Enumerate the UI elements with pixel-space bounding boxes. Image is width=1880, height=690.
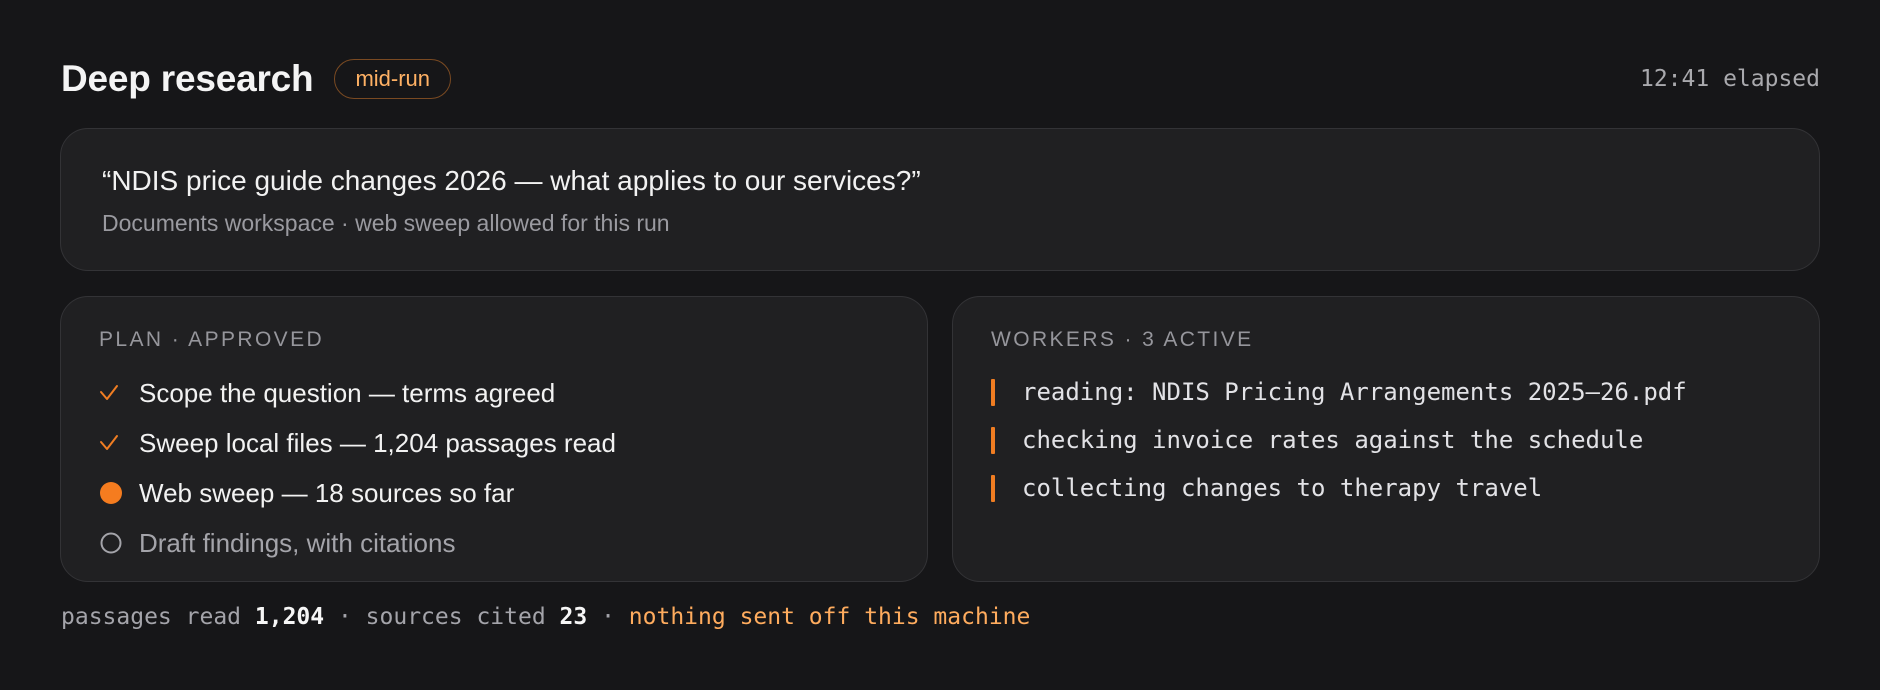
sources-count: 23 [559,604,588,630]
plan-item-draft: Draft findings, with citations [99,518,889,568]
check-icon [99,383,139,403]
plan-label: PLAN · APPROVED [99,328,325,351]
worker-text: collecting changes to therapy travel [1022,474,1543,502]
worker-item: collecting changes to therapy travel [991,464,1781,512]
check-icon [99,433,139,453]
plan-card: PLAN · APPROVED Scope the question — ter… [60,296,928,582]
elapsed-time: 12:41 elapsed [1639,66,1820,92]
deep-research-panel: Deep research mid-run 12:41 elapsed “NDI… [0,0,1880,690]
plan-item-web-sweep: Web sweep — 18 sources so far [99,468,889,518]
query-meta: Documents workspace · web sweep allowed … [102,209,670,236]
plan-item-label: Draft findings, with citations [139,527,456,558]
worker-text: reading: NDIS Pricing Arrangements 2025–… [1022,378,1687,406]
privacy-note: nothing sent off this machine [628,604,1031,630]
query-card: “NDIS price guide changes 2026 — what ap… [60,128,1820,271]
plan-list: Scope the question — terms agreed Sweep … [99,368,889,568]
status-footer: passages read 1,204 · sources cited 23 ·… [61,604,1820,630]
plan-item-scope: Scope the question — terms agreed [99,368,889,418]
worker-item: reading: NDIS Pricing Arrangements 2025–… [991,368,1781,416]
plan-item-label: Web sweep — 18 sources so far [139,477,515,508]
plan-item-label: Sweep local files — 1,204 passages read [139,427,616,458]
passages-count: 1,204 [254,604,325,630]
sources-label: sources cited [365,604,560,630]
workers-list: reading: NDIS Pricing Arrangements 2025–… [991,368,1781,512]
activity-bar-icon [991,426,995,454]
active-dot-icon [99,481,139,505]
plan-item-sweep-local: Sweep local files — 1,204 passages read [99,418,889,468]
activity-bar-icon [991,378,995,406]
workers-label: WORKERS · 3 ACTIVE [991,328,1254,351]
separator: · [587,604,629,630]
plan-item-label: Scope the question — terms agreed [139,377,556,408]
empty-circle-icon [99,531,139,555]
worker-text: checking invoice rates against the sched… [1022,426,1644,454]
worker-item: checking invoice rates against the sched… [991,416,1781,464]
page-title: Deep research [61,58,314,99]
activity-bar-icon [991,474,995,502]
header: Deep research mid-run 12:41 elapsed [61,54,1820,104]
query-text: “NDIS price guide changes 2026 — what ap… [102,165,921,196]
workers-card: WORKERS · 3 ACTIVE reading: NDIS Pricing… [952,296,1820,582]
separator: · [324,604,366,630]
status-badge: mid-run [334,59,452,99]
passages-label: passages read [61,604,255,630]
